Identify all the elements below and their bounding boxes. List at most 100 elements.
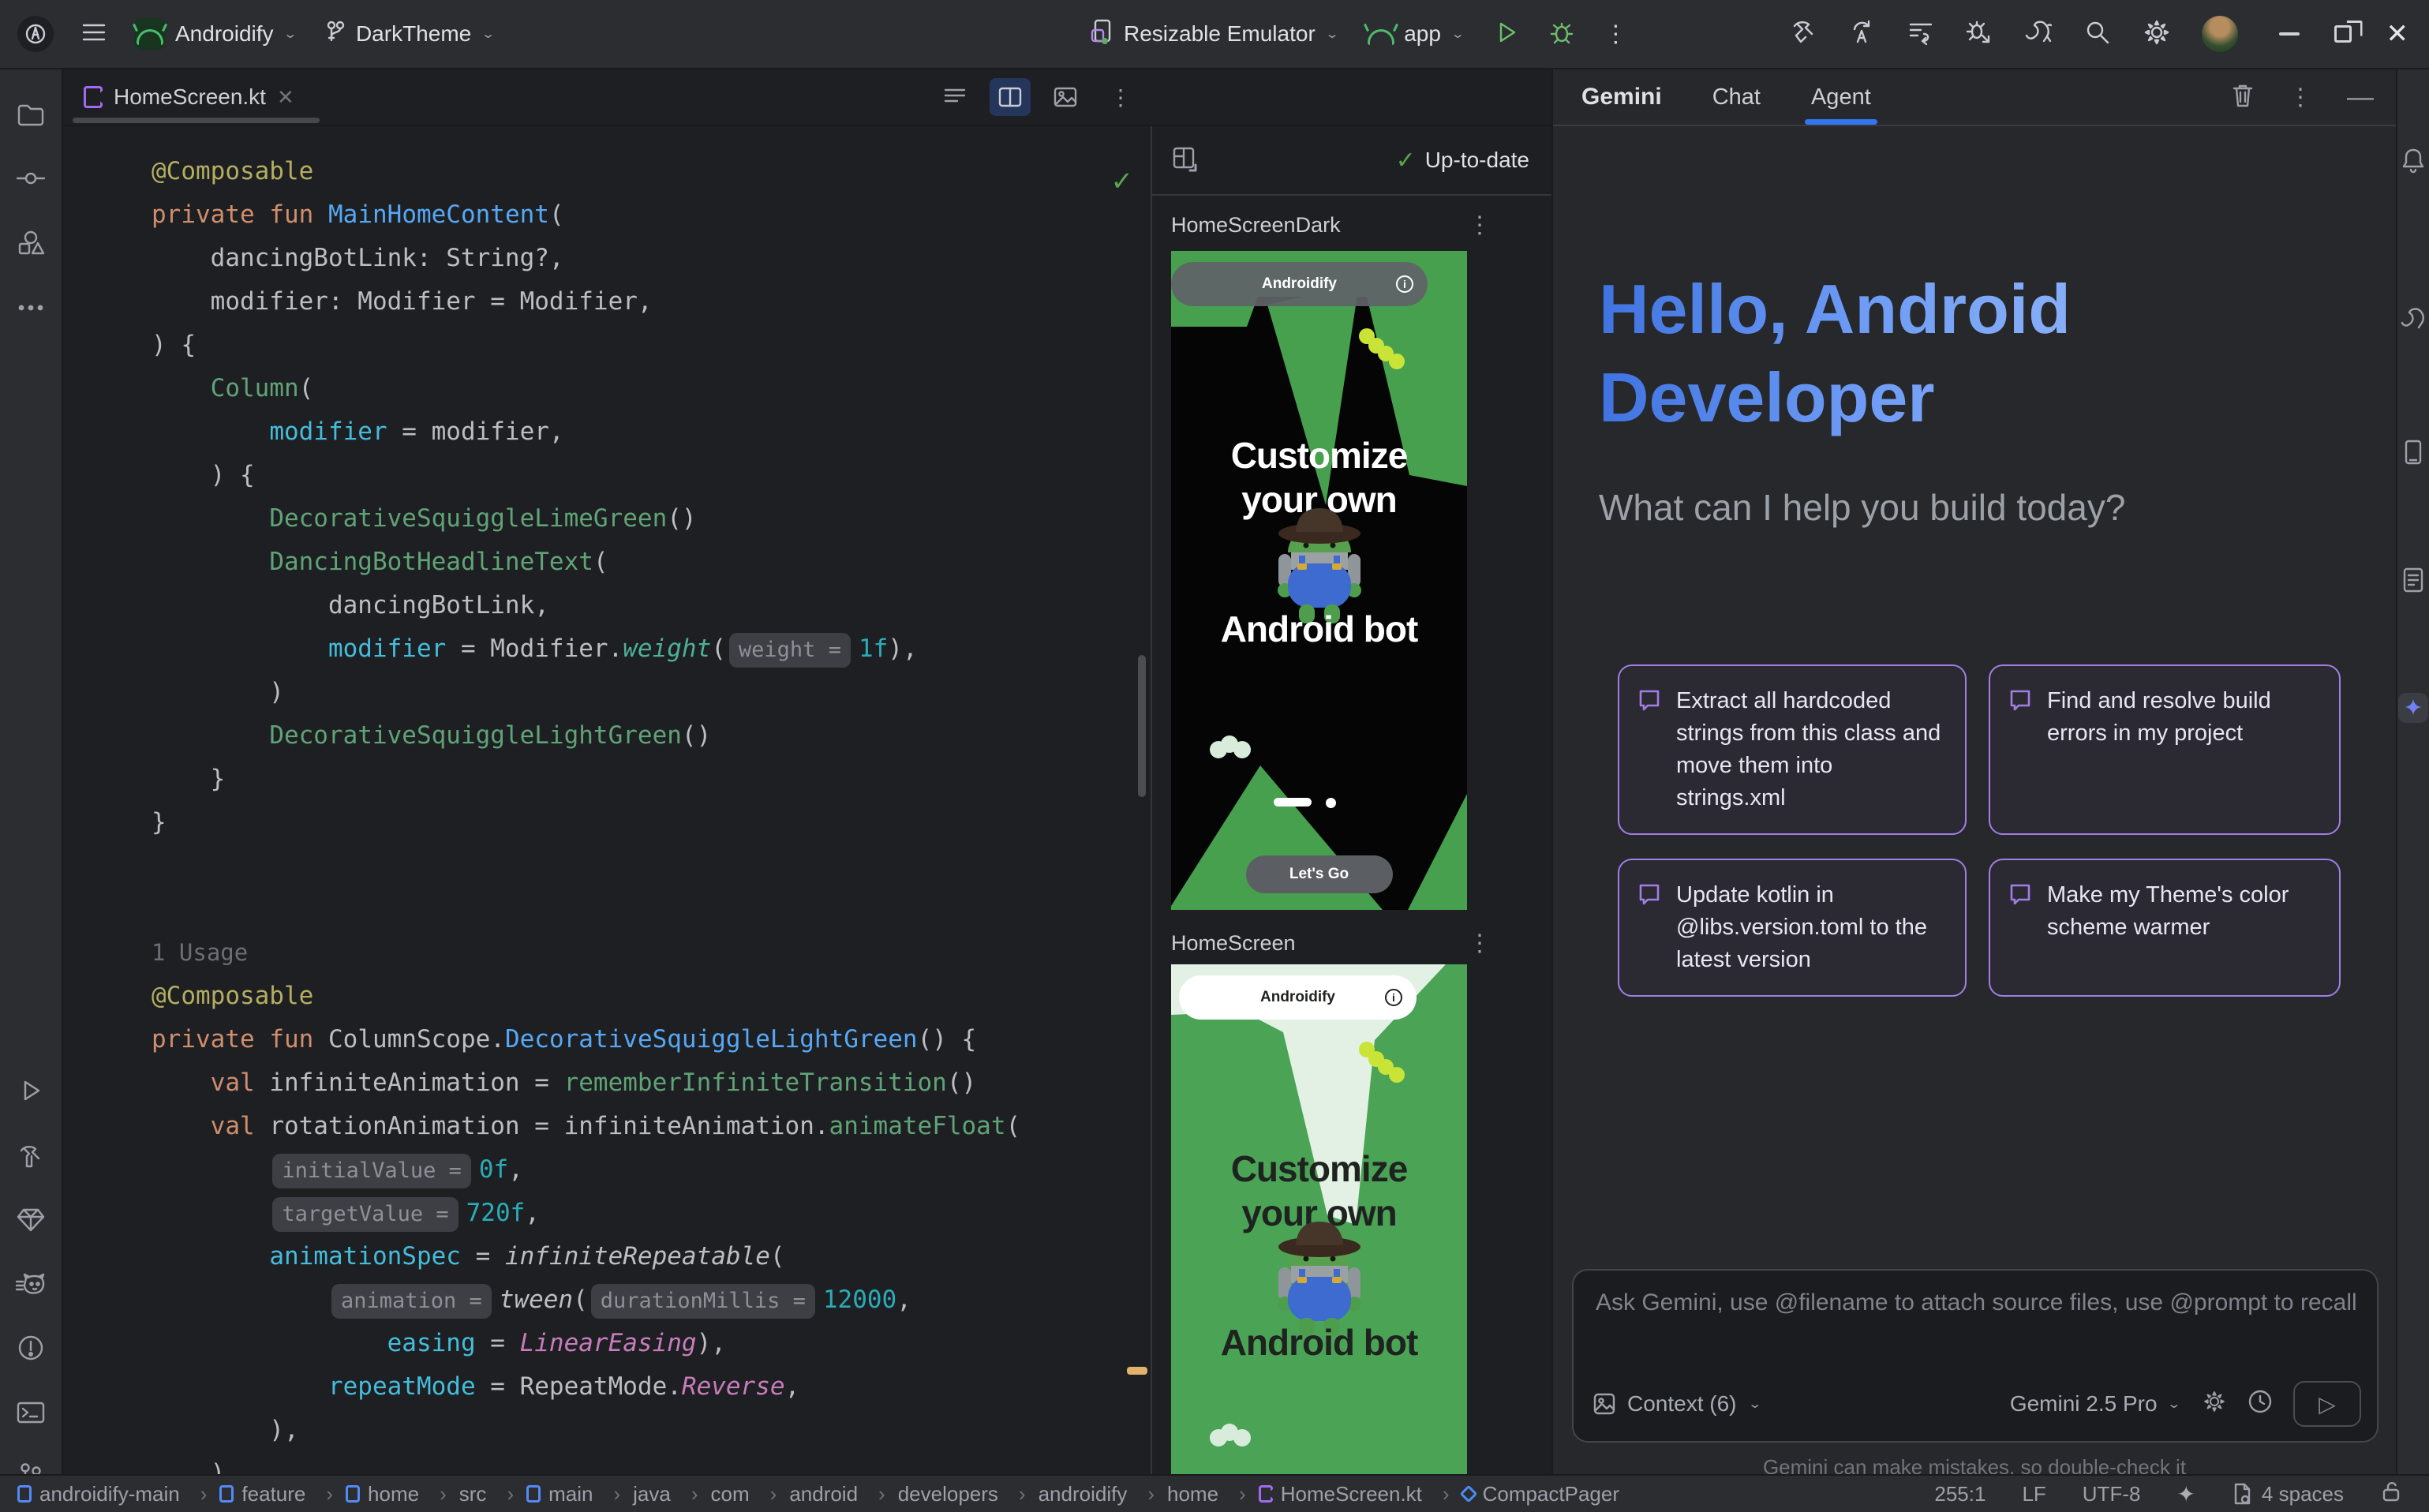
minimize-icon[interactable]	[2279, 32, 2300, 36]
info-icon[interactable]: i	[1385, 989, 1402, 1006]
menu-hamburger-icon[interactable]	[80, 21, 107, 47]
user-avatar[interactable]	[2202, 16, 2238, 52]
gemini-input-box[interactable]: Ask Gemini, use @filename to attach sour…	[1572, 1269, 2378, 1443]
caret-position[interactable]: 255:1	[1934, 1482, 1985, 1506]
lets-go-button[interactable]: Let's Go	[1246, 855, 1393, 893]
problems-icon[interactable]	[13, 1330, 48, 1365]
breadcrumb-item[interactable]: androidify	[1039, 1482, 1167, 1506]
editor-overflow-icon[interactable]: ⋮	[1100, 78, 1141, 116]
breadcrumb-item[interactable]: java	[633, 1482, 710, 1506]
split-view-button[interactable]	[990, 78, 1031, 116]
suggestion-card[interactable]: Update kotlin in @libs.version.toml to t…	[1618, 859, 1967, 997]
preview-menu-icon[interactable]: ⋮	[1468, 211, 1491, 239]
app-insights-gem-icon[interactable]	[13, 1203, 48, 1237]
model-selector[interactable]: Gemini 2.5 Pro ⌄	[2010, 1391, 2181, 1417]
breadcrumb-label: src	[459, 1482, 487, 1506]
breadcrumb-item[interactable]: home	[346, 1482, 459, 1506]
delete-conversation-icon[interactable]	[2232, 83, 2254, 112]
settings-gear-icon[interactable]	[2142, 17, 2172, 51]
code-content[interactable]: @Composableprivate fun MainHomeContent( …	[152, 150, 1020, 1474]
close-icon[interactable]: ✕	[2386, 21, 2409, 47]
preview-pane-label-dark: HomeScreenDark ⋮	[1171, 213, 1341, 238]
encoding[interactable]: UTF-8	[2083, 1482, 2141, 1506]
changed-line-marker	[1127, 1367, 1147, 1375]
suggestion-card[interactable]: Extract all hardcoded strings from this …	[1618, 664, 1967, 835]
tab-scrollbar[interactable]	[73, 118, 320, 123]
send-button[interactable]: ▷	[2293, 1381, 2361, 1427]
profiler-icon[interactable]	[1907, 18, 1935, 51]
gemini-settings-gear-icon[interactable]	[2202, 1389, 2227, 1420]
unlock-icon[interactable]	[2380, 1480, 2402, 1509]
device-explorer-icon[interactable]	[2398, 437, 2428, 467]
run-icon[interactable]	[13, 1073, 48, 1108]
preview-menu-icon[interactable]: ⋮	[1468, 930, 1491, 957]
assistant-icon[interactable]	[2398, 565, 2428, 595]
breadcrumb-item[interactable]: src	[459, 1482, 526, 1506]
commit-icon[interactable]	[13, 161, 48, 196]
resource-manager-icon[interactable]	[13, 226, 48, 260]
chat-bubble-icon	[2008, 881, 2033, 916]
run-config-selector[interactable]: app ⌄	[1368, 21, 1465, 47]
gradle-sync-icon[interactable]	[2023, 18, 2053, 51]
code-editor[interactable]: @Composableprivate fun MainHomeContent( …	[63, 126, 1151, 1474]
project-selector[interactable]: Androidify ⌄	[134, 18, 298, 50]
debug-bug-icon[interactable]	[1548, 19, 1575, 50]
run-config-name: app	[1404, 21, 1441, 47]
breadcrumb-item[interactable]: android	[789, 1482, 897, 1506]
history-clock-icon[interactable]	[2247, 1389, 2273, 1420]
gemini-star-icon[interactable]: ✦	[2398, 693, 2428, 723]
attach-debugger-icon[interactable]	[1965, 18, 1993, 51]
tab-agent[interactable]: Agent	[1811, 69, 1871, 125]
terminal-icon[interactable]	[13, 1395, 48, 1430]
search-icon[interactable]	[2083, 18, 2112, 51]
breadcrumb-item[interactable]: androidify-main	[17, 1482, 219, 1506]
breadcrumb-item[interactable]: main	[526, 1482, 633, 1506]
phone-headline-3: Android bot	[1171, 608, 1467, 650]
project-folder-icon[interactable]	[13, 98, 48, 133]
phone-headline-1: Customize	[1171, 434, 1467, 477]
tab-homescreen-kt[interactable]: HomeScreen.kt ✕	[63, 69, 312, 125]
breadcrumb-item[interactable]: feature	[219, 1482, 346, 1506]
code-view-button[interactable]	[934, 78, 975, 116]
preview-phone-light[interactable]: Androidify i Customize your own Android …	[1171, 964, 1467, 1474]
suggestion-text: Find and resolve build errors in my proj…	[2047, 688, 2271, 746]
tab-close-icon[interactable]: ✕	[277, 85, 294, 110]
device-selector[interactable]: Resizable Emulator ⌄	[1089, 17, 1339, 51]
build-hammer-icon[interactable]	[13, 1140, 48, 1174]
build-hammer-icon[interactable]	[1790, 18, 1818, 51]
tab-chat[interactable]: Chat	[1712, 69, 1761, 125]
overflow-icon[interactable]: ⋮	[1604, 21, 1629, 48]
info-icon[interactable]: i	[1396, 275, 1413, 293]
breadcrumb-item[interactable]: home	[1167, 1482, 1259, 1506]
notifications-bell-icon[interactable]	[2398, 145, 2428, 175]
breadcrumb-item[interactable]: developers	[898, 1482, 1039, 1506]
gradle-elephant-icon[interactable]	[2398, 303, 2428, 333]
run-play-icon[interactable]	[1493, 19, 1520, 50]
design-view-button[interactable]	[1045, 78, 1086, 116]
breadcrumb-label: feature	[241, 1482, 305, 1506]
suggestion-card[interactable]: Find and resolve build errors in my proj…	[1989, 664, 2341, 835]
gemini-overflow-icon[interactable]: ⋮	[2289, 84, 2312, 111]
preview-layout-icon[interactable]	[1171, 145, 1198, 176]
context-selector[interactable]: Context (6) ⌄	[1593, 1391, 1762, 1417]
editor-tabbar: HomeScreen.kt ✕ ⋮	[63, 69, 1551, 126]
more-tools-icon[interactable]	[13, 290, 48, 325]
preview-phone-dark[interactable]: Androidify i Customize your own Android …	[1171, 251, 1467, 910]
chevron-down-icon: ⌄	[283, 27, 298, 41]
line-ending[interactable]: LF	[2022, 1482, 2045, 1506]
kotlin-file-icon	[84, 86, 103, 108]
lime-squiggle	[1357, 327, 1413, 377]
inspections-ok-check-icon[interactable]: ✓	[1111, 166, 1134, 197]
gemini-minimize-icon[interactable]: —	[2347, 82, 2374, 113]
suggestion-card[interactable]: Make my Theme's color scheme warmer	[1989, 859, 2341, 997]
breadcrumb-item[interactable]: com	[711, 1482, 790, 1506]
maximize-icon[interactable]	[2334, 25, 2352, 43]
breadcrumb-item[interactable]: CompactPager	[1462, 1482, 1619, 1506]
breadcrumb-item[interactable]: HomeScreen.kt	[1259, 1482, 1462, 1506]
logcat-cat-icon[interactable]	[13, 1267, 48, 1302]
indent-setting[interactable]: 4 spaces	[2232, 1482, 2344, 1506]
sync-project-icon[interactable]	[1848, 18, 1877, 51]
gemini-sparkle-icon[interactable]: ✦	[2176, 1481, 2195, 1507]
editor-scrollbar[interactable]	[1138, 655, 1146, 797]
branch-selector[interactable]: DarkTheme ⌄	[324, 19, 496, 50]
